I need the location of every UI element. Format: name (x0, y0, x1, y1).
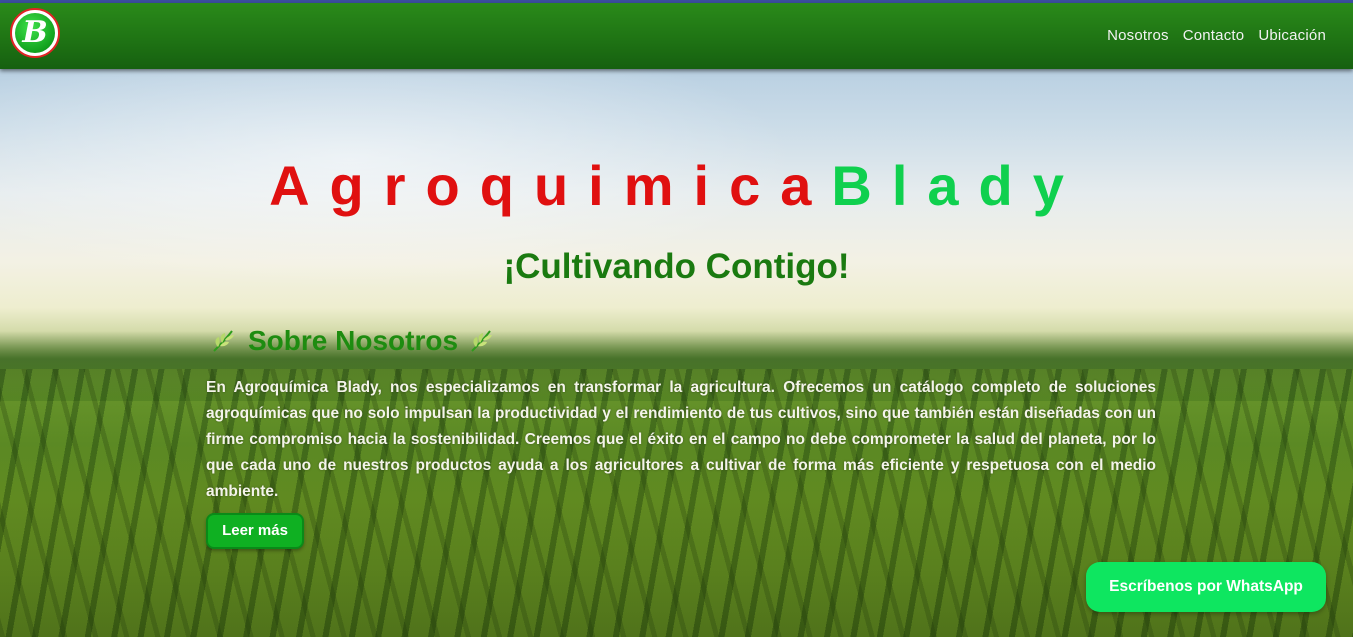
read-more-button[interactable]: Leer más (206, 513, 304, 549)
nav-link-nosotros[interactable]: Nosotros (1107, 27, 1169, 44)
about-heading: Sobre Nosotros (210, 325, 496, 357)
leaf-icon (213, 330, 234, 352)
leaf-icon (471, 330, 493, 352)
nav-link-ubicacion[interactable]: Ubicación (1258, 27, 1326, 44)
hero-title: AgroquimicaBlady (0, 155, 1353, 217)
hero-title-part1: Agroquimica (269, 154, 832, 217)
hero-subtitle: ¡Cultivando Contigo! (503, 247, 850, 286)
logo-badge: B (15, 13, 55, 53)
hero-section: AgroquimicaBlady ¡Cultivando Contigo! So… (0, 69, 1353, 637)
navbar: B Nosotros Contacto Ubicación (0, 3, 1353, 69)
about-text: En Agroquímica Blady, nos especializamos… (206, 379, 1156, 500)
logo-letter: B (22, 15, 48, 50)
nav-links: Nosotros Contacto Ubicación (1107, 27, 1326, 44)
nav-link-contacto[interactable]: Contacto (1183, 27, 1245, 44)
about-heading-label: Sobre Nosotros (248, 325, 459, 356)
hero-title-part2: Blady (831, 154, 1084, 217)
whatsapp-button[interactable]: Escríbenos por WhatsApp (1086, 562, 1326, 612)
logo-icon[interactable]: B (10, 8, 60, 58)
